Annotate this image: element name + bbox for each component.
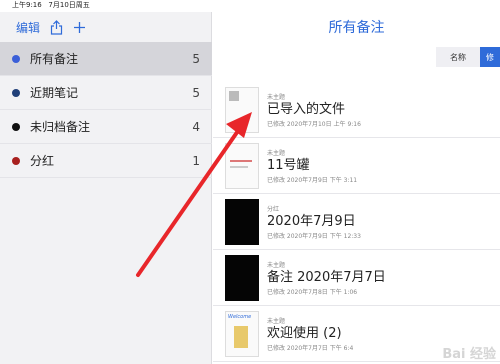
- note-row[interactable]: 未主题 已导入的文件 已修改 2020年7月10日 上午 9:16: [213, 82, 500, 138]
- watermark: Bai 经验: [442, 347, 496, 362]
- folder-color-dot: [12, 88, 20, 97]
- folder-item-unfiled[interactable]: 未归档备注 4: [0, 110, 212, 144]
- note-modified: 已修改 2020年7月9日 下午 3:11: [267, 176, 358, 184]
- folder-count: 1: [192, 153, 200, 168]
- folder-count: 4: [192, 119, 200, 134]
- sort-by-name-button[interactable]: 名称: [436, 47, 480, 67]
- page-title: 所有备注: [328, 20, 385, 36]
- status-bar: 上午9:16 7月10日周五: [0, 0, 500, 12]
- notes-list: 未主题 已导入的文件 已修改 2020年7月10日 上午 9:16 未主题 11…: [213, 82, 500, 362]
- folder-item-dividend[interactable]: 分红 1: [0, 144, 212, 178]
- note-folder: 未主题: [267, 93, 286, 101]
- note-thumbnail: [225, 142, 259, 189]
- folder-count: 5: [192, 51, 200, 66]
- sidebar: 编辑 所有备注 5 近期笔记 5 未归档备注 4 分红 1: [0, 12, 212, 364]
- note-title: 欢迎使用 (2): [267, 325, 342, 341]
- folder-color-dot: [12, 122, 20, 131]
- folder-item-all-notes[interactable]: 所有备注 5: [0, 42, 212, 76]
- note-title: 2020年7月9日: [267, 213, 356, 229]
- note-thumbnail: [225, 254, 259, 301]
- folder-list: 所有备注 5 近期笔记 5 未归档备注 4 分红 1: [0, 42, 212, 178]
- note-modified: 已修改 2020年7月8日 下午 1:06: [267, 288, 358, 296]
- folder-label: 分红: [30, 154, 55, 168]
- folder-color-dot: [12, 54, 20, 63]
- note-modified: 已修改 2020年7月7日 下午 6:4: [267, 344, 354, 352]
- folder-count: 5: [192, 85, 200, 100]
- note-row[interactable]: 未主题 备注 2020年7月7日 已修改 2020年7月8日 下午 1:06: [213, 250, 500, 306]
- note-row[interactable]: 未主题 11号罐 已修改 2020年7月9日 下午 3:11: [213, 138, 500, 194]
- note-title: 11号罐: [267, 157, 310, 173]
- note-thumbnail: Welcome: [225, 310, 259, 357]
- note-modified: 已修改 2020年7月10日 上午 9:16: [267, 120, 361, 128]
- status-time: 上午9:16: [12, 1, 42, 9]
- note-folder: 未主题: [267, 261, 286, 269]
- folder-label: 未归档备注: [30, 120, 91, 134]
- sidebar-toolbar: 编辑: [0, 12, 211, 42]
- note-folder: 未主题: [267, 149, 286, 157]
- note-thumbnail: [225, 198, 259, 245]
- note-modified: 已修改 2020年7月9日 下午 12:33: [267, 232, 361, 240]
- status-date: 7月10日周五: [48, 1, 90, 9]
- plus-icon[interactable]: [73, 21, 86, 34]
- edit-button[interactable]: 编辑: [16, 19, 40, 36]
- note-title: 备注 2020年7月7日: [267, 269, 386, 285]
- note-title: 已导入的文件: [267, 101, 346, 117]
- notes-pane: 所有备注 名称 修 未主题 已导入的文件 已修改 2020年7月10日 上午 9…: [213, 12, 500, 364]
- folder-label: 所有备注: [30, 52, 79, 66]
- share-icon[interactable]: [50, 19, 63, 35]
- sort-by-modified-button[interactable]: 修: [480, 47, 500, 67]
- note-folder: 未主题: [267, 317, 286, 325]
- note-folder: 分红: [267, 205, 280, 213]
- folder-label: 近期笔记: [30, 86, 79, 100]
- folder-color-dot: [12, 156, 20, 165]
- folder-item-recent[interactable]: 近期笔记 5: [0, 76, 212, 110]
- thumbnail-text: Welcome: [228, 313, 252, 320]
- sort-control: 名称 修: [436, 47, 500, 67]
- note-row[interactable]: 分红 2020年7月9日 已修改 2020年7月9日 下午 12:33: [213, 194, 500, 250]
- note-thumbnail: [225, 86, 259, 133]
